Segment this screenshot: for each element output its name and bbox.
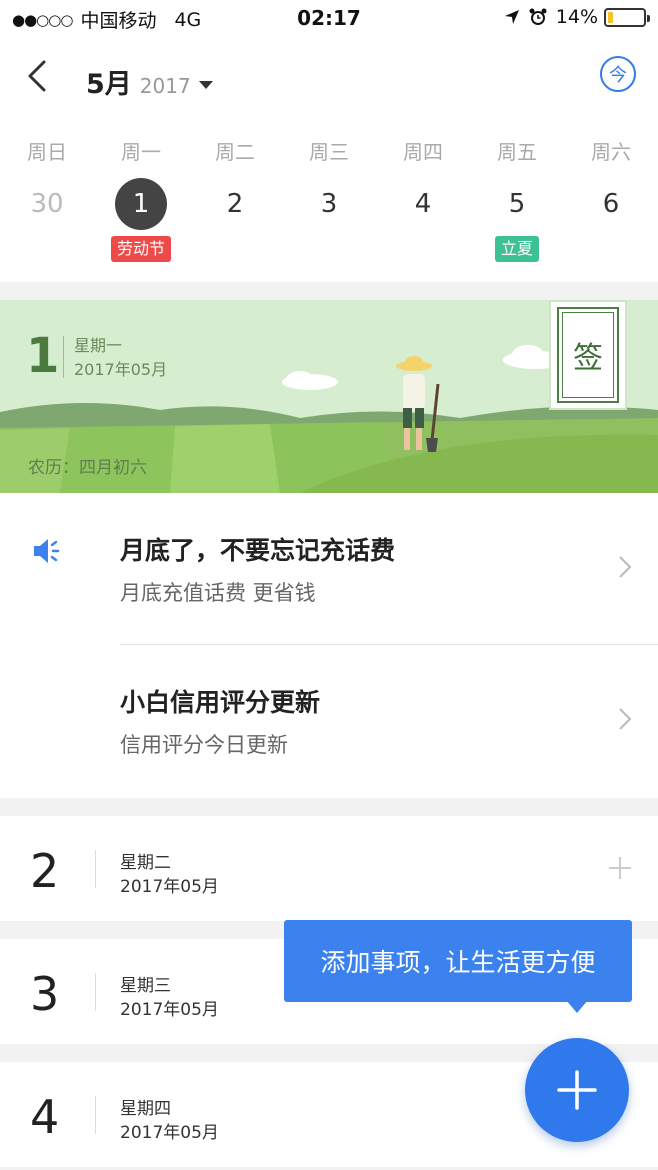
weekday-label: 周三	[309, 140, 349, 164]
day-card-date: 2017年05月	[120, 877, 219, 897]
day-card-divider	[95, 850, 96, 888]
back-button[interactable]	[22, 58, 54, 94]
alarm-clock-icon	[529, 8, 547, 25]
day-number: 5	[508, 189, 526, 219]
day-festival-tag: 劳动节	[110, 236, 171, 262]
reminder-list: 月底了，不要忘记充话费 月底充值话费 更省钱 小白信用评分更新 信用评分今日更新	[0, 493, 658, 798]
day-cell[interactable]: 6	[564, 178, 658, 262]
reminder-subtitle: 信用评分今日更新	[120, 733, 288, 757]
day-number: 30	[30, 189, 64, 219]
calendar-header: 5月 2017 今 周日 周一 周二 周三 周四 周五 周六 30 1 劳动节 2 3 4 5 立夏 6	[0, 38, 658, 282]
weekday-label: 周六	[591, 140, 631, 164]
day-card-number: 3	[30, 967, 60, 1021]
battery-percent: 14%	[555, 6, 598, 28]
reminder-item[interactable]: 小白信用评分更新 信用评分今日更新	[0, 645, 658, 795]
year-label: 2017	[139, 74, 191, 98]
day-card-number: 4	[30, 1090, 60, 1144]
chevron-right-icon	[619, 556, 632, 578]
speaker-icon	[34, 539, 60, 563]
banner-lunar-date: 农历：四月初六	[28, 458, 147, 478]
weekday-label: 周日	[27, 140, 67, 164]
day-card-weekday: 星期三	[120, 976, 171, 996]
day-card-weekday: 星期四	[120, 1099, 171, 1119]
weekday-label: 周一	[121, 140, 161, 164]
location-arrow-icon	[504, 10, 519, 24]
chevron-left-icon	[28, 60, 46, 92]
selected-day-number: 1	[115, 178, 167, 230]
caret-down-icon	[198, 81, 213, 89]
plus-icon	[557, 1070, 597, 1110]
today-button[interactable]: 今	[600, 56, 636, 92]
day-card-weekday: 星期二	[120, 853, 171, 873]
status-right: 14%	[504, 6, 650, 28]
banner-day-number: 1	[26, 328, 60, 384]
weekday-header-row: 周日 周一 周二 周三 周四 周五 周六	[0, 136, 658, 165]
day-number: 6	[602, 189, 620, 219]
week-days-row: 30 1 劳动节 2 3 4 5 立夏 6	[0, 178, 658, 262]
day-card[interactable]: 2 星期二 2017年05月	[0, 816, 658, 921]
reminder-subtitle: 月底充值话费 更省钱	[120, 581, 316, 605]
add-event-button[interactable]	[525, 1038, 629, 1142]
banner-weekday: 星期一	[74, 336, 123, 355]
day-card-number: 2	[30, 844, 60, 898]
daily-sign-banner[interactable]: 1 星期一 2017年05月 农历：四月初六 签	[0, 300, 658, 493]
weekday-label: 周二	[215, 140, 255, 164]
month-label: 5月	[86, 69, 132, 100]
battery-icon	[604, 7, 650, 27]
weekday-label: 周五	[497, 140, 537, 164]
status-bar: ●●○○○ 中国移动 4G 02:17 14%	[0, 0, 658, 38]
reminder-title: 月底了，不要忘记充话费	[120, 536, 396, 565]
sign-in-card[interactable]: 签	[549, 300, 627, 410]
day-card-divider	[95, 973, 96, 1011]
day-cell[interactable]: 5 立夏	[470, 178, 564, 262]
weekday-label: 周四	[403, 140, 443, 164]
day-number: 2	[226, 189, 244, 219]
battery-level	[608, 11, 613, 23]
tooltip-arrow	[566, 1000, 588, 1013]
day-festival-tag: 立夏	[494, 236, 539, 262]
day-number: 3	[320, 189, 338, 219]
add-event-tooltip: 添加事项，让生活更方便	[284, 920, 632, 1002]
day-cell[interactable]: 4	[376, 178, 470, 262]
banner-divider	[63, 336, 64, 378]
day-cell[interactable]: 2	[188, 178, 282, 262]
chevron-right-icon	[619, 708, 632, 730]
day-card-date: 2017年05月	[120, 1000, 219, 1020]
sign-in-label: 签	[557, 307, 619, 403]
add-event-icon[interactable]	[608, 856, 632, 880]
day-cell[interactable]: 30	[0, 178, 94, 262]
day-card-divider	[95, 1096, 96, 1134]
battery-cap	[647, 14, 650, 22]
banner-date: 2017年05月	[74, 360, 168, 379]
reminder-title: 小白信用评分更新	[120, 688, 321, 717]
day-number: 4	[414, 189, 432, 219]
day-cell[interactable]: 3	[282, 178, 376, 262]
day-card-date: 2017年05月	[120, 1123, 219, 1143]
reminder-item[interactable]: 月底了，不要忘记充话费 月底充值话费 更省钱	[0, 493, 658, 643]
month-selector[interactable]: 5月 2017	[86, 62, 213, 101]
day-cell[interactable]: 1 劳动节	[94, 178, 188, 262]
